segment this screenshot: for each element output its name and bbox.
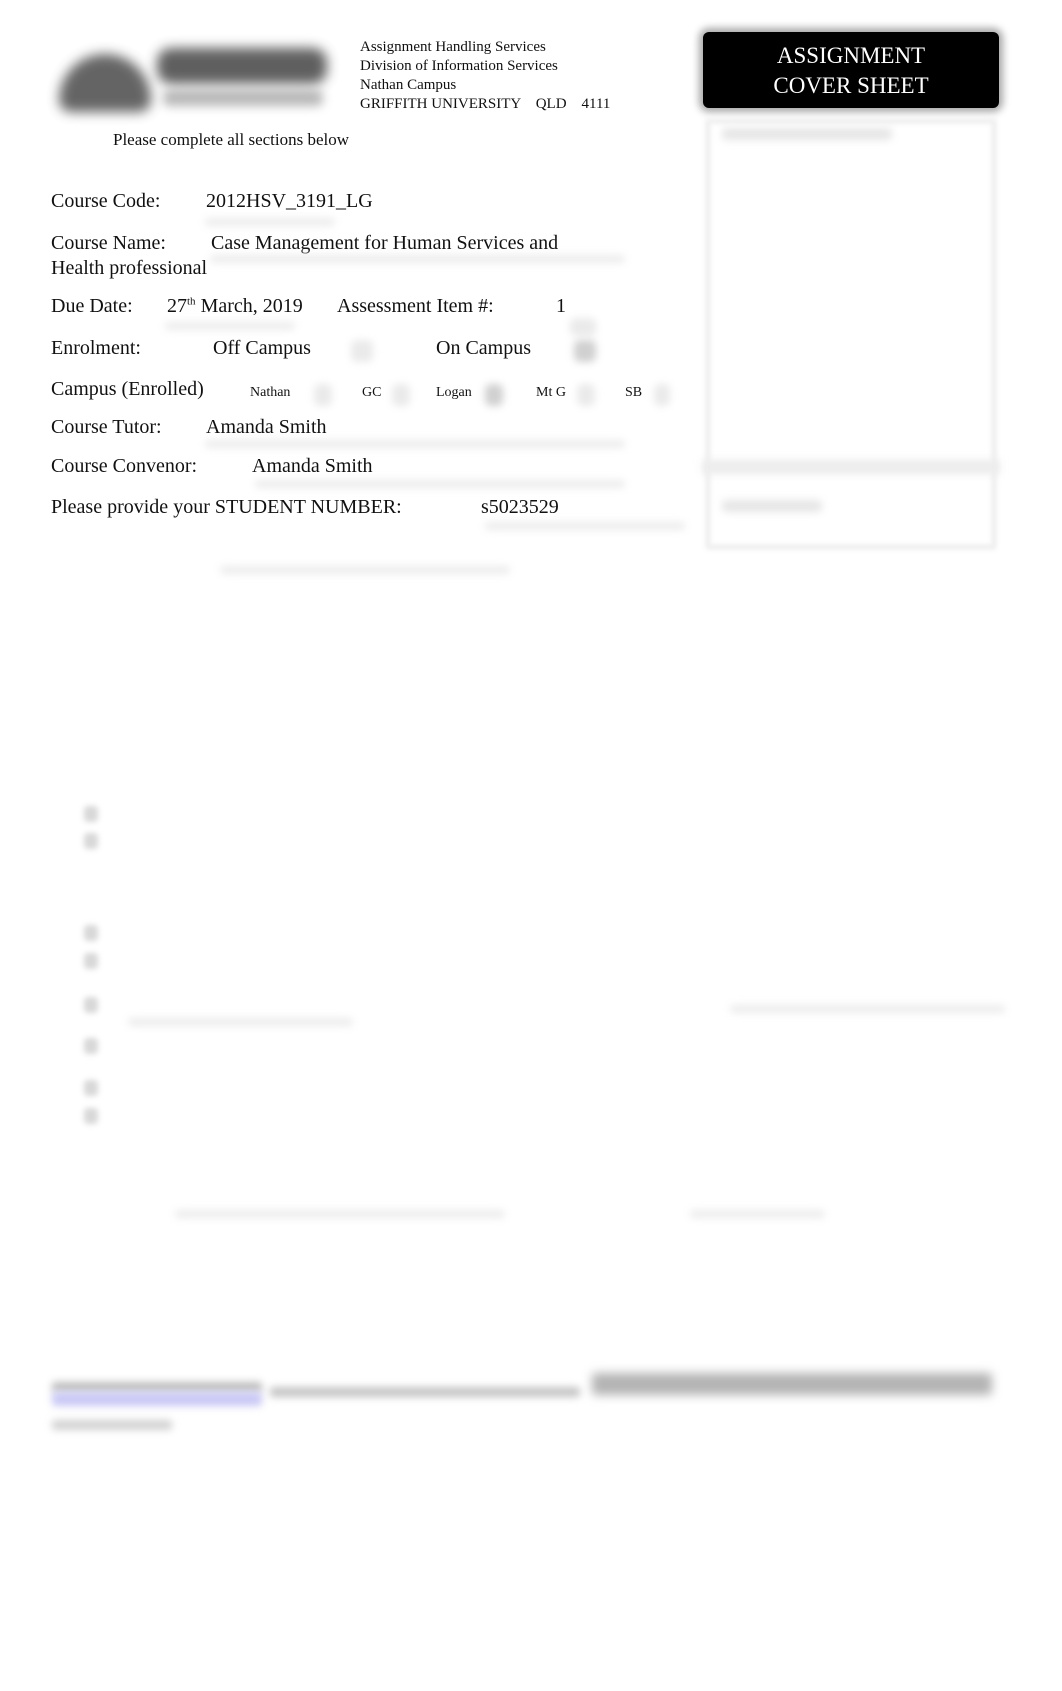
- course-tutor-field[interactable]: [205, 440, 625, 448]
- assessment-item-label: Assessment Item #:: [337, 295, 494, 317]
- campus-option-label: GC: [362, 385, 382, 400]
- off-campus-checkbox[interactable]: [351, 340, 373, 362]
- campus-option-label: Nathan: [250, 385, 291, 400]
- office-use-divider: [702, 460, 1000, 474]
- course-convenor-label: Course Convenor:: [51, 455, 198, 477]
- campus-mtg-checkbox[interactable]: [577, 384, 595, 406]
- course-name-label: Course Name:: [51, 232, 166, 254]
- address-block: Assignment Handling Services Division of…: [360, 38, 610, 114]
- campus-gc-checkbox[interactable]: [392, 384, 410, 406]
- campus-option-label: SB: [625, 385, 643, 400]
- signature-line[interactable]: [128, 1018, 353, 1026]
- enrolment-label: Enrolment:: [51, 337, 141, 359]
- address-line: Nathan Campus: [360, 77, 457, 93]
- griffith-logo: [55, 40, 335, 122]
- campus-option-label: Mt G: [536, 385, 566, 400]
- office-use-heading-redacted: [722, 128, 892, 140]
- course-convenor-value[interactable]: Amanda Smith: [252, 455, 373, 478]
- course-name-value-line2[interactable]: Health professional: [51, 257, 207, 280]
- footer-text-redacted: [52, 1382, 262, 1392]
- course-convenor-field[interactable]: [255, 480, 625, 488]
- student-number-label: Please provide your STUDENT NUMBER:: [51, 496, 402, 518]
- redacted-field-line: [220, 566, 510, 574]
- cover-sheet-title: ASSIGNMENT COVER SHEET: [703, 32, 999, 108]
- office-use-label-redacted: [722, 500, 822, 512]
- redacted-bullet: [84, 925, 98, 941]
- due-date-field[interactable]: [165, 322, 295, 330]
- office-use-box: [705, 118, 997, 550]
- assessment-item-value[interactable]: 1: [556, 295, 566, 318]
- signature-line-2[interactable]: [175, 1210, 505, 1218]
- course-name-field[interactable]: [210, 255, 625, 263]
- due-date-rest: March, 2019: [200, 295, 303, 317]
- redacted-bullet: [84, 833, 98, 849]
- course-tutor-value[interactable]: Amanda Smith: [206, 416, 327, 439]
- student-number-field[interactable]: [485, 522, 685, 530]
- logo-wordmark: [157, 48, 327, 84]
- redacted-bullet: [84, 997, 98, 1013]
- title-line: COVER SHEET: [773, 73, 929, 98]
- course-name-value-line1[interactable]: Case Management for Human Services and: [211, 232, 558, 255]
- campus-label: Campus (Enrolled): [51, 378, 204, 400]
- logo-mark-icon: [59, 54, 151, 112]
- due-date-value[interactable]: 27th March, 2019: [167, 295, 303, 318]
- redacted-bullet: [84, 1080, 98, 1096]
- campus-option-label: Logan: [436, 385, 472, 400]
- address-line: Assignment Handling Services: [360, 39, 546, 55]
- redacted-bullet: [84, 953, 98, 969]
- redacted-bullet: [84, 806, 98, 822]
- campus-nathan-checkbox[interactable]: [314, 384, 332, 406]
- footer-text-redacted: [592, 1373, 992, 1395]
- enrolment-option-label: Off Campus: [213, 337, 311, 359]
- redacted-bullet: [84, 1038, 98, 1054]
- date-line[interactable]: [730, 1005, 1005, 1013]
- student-number-value[interactable]: s5023529: [481, 496, 559, 519]
- address-line: Division of Information Services: [360, 58, 558, 74]
- course-tutor-label: Course Tutor:: [51, 416, 162, 438]
- footer-version-redacted: [52, 1420, 172, 1430]
- logo-subtitle: [163, 90, 323, 106]
- title-line: ASSIGNMENT: [776, 43, 926, 68]
- course-code-value[interactable]: 2012HSV_3191_LG: [206, 190, 373, 213]
- redacted-bullet: [84, 1108, 98, 1124]
- enrolment-option-label: On Campus: [436, 337, 531, 359]
- course-code-field[interactable]: [205, 218, 335, 226]
- due-date-day: 27: [167, 295, 187, 317]
- date-line-2[interactable]: [690, 1210, 825, 1218]
- campus-sb-checkbox[interactable]: [654, 384, 670, 406]
- assessment-item-field[interactable]: [570, 318, 596, 336]
- course-code-label: Course Code:: [51, 190, 161, 212]
- footer-text-redacted: [270, 1387, 580, 1397]
- due-date-label: Due Date:: [51, 295, 133, 317]
- due-date-suffix: th: [187, 295, 196, 308]
- instruction-text: Please complete all sections below: [113, 130, 350, 149]
- footer-link-redacted[interactable]: [52, 1392, 262, 1406]
- campus-logan-checkbox[interactable]: [485, 384, 503, 406]
- on-campus-checkbox[interactable]: [574, 340, 596, 362]
- address-line: GRIFFITH UNIVERSITY QLD 4111: [360, 96, 611, 112]
